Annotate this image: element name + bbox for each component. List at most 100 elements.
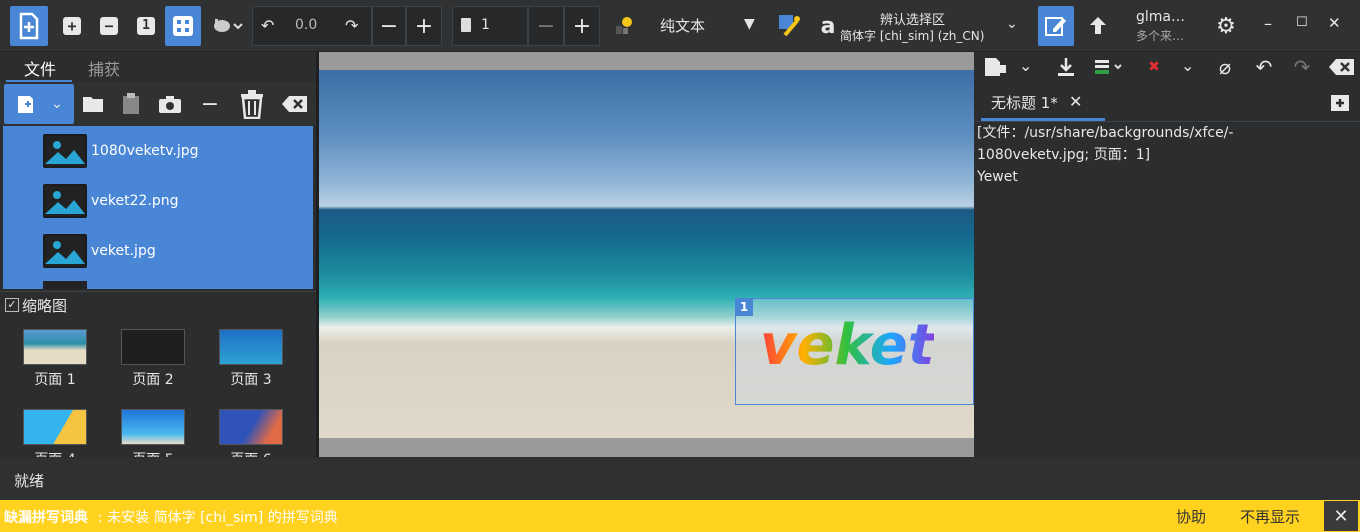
image-icon bbox=[43, 234, 87, 268]
redo-icon: ↷ bbox=[1293, 55, 1311, 79]
chevron-down-icon: ⌄ bbox=[51, 96, 63, 112]
maximize-button[interactable]: ☐ bbox=[1296, 15, 1308, 30]
chevron-down-icon[interactable]: ▼ bbox=[744, 16, 755, 32]
help-link[interactable]: 协助 bbox=[1176, 506, 1206, 527]
thumbnail-label-5: 页面 5 bbox=[108, 449, 198, 457]
camera-icon bbox=[159, 96, 181, 113]
clipboard-button[interactable] bbox=[118, 90, 144, 118]
tab-capture[interactable]: 捕获 bbox=[88, 56, 120, 80]
chevron-down-icon[interactable]: ⌄ bbox=[1019, 56, 1032, 75]
document-tabs: 无标题 1* ✕ bbox=[975, 86, 1360, 122]
scanner-button[interactable] bbox=[208, 10, 248, 42]
clear-icon bbox=[1329, 59, 1354, 75]
output-toolbar: ⌄ ✖ ⌄ ⌀ ↶ ↷ bbox=[975, 52, 1360, 82]
zoom-original-icon: 1 bbox=[137, 17, 155, 35]
delete-button[interactable] bbox=[236, 88, 268, 120]
list-item[interactable]: veket22.png bbox=[43, 181, 179, 221]
erase-button[interactable]: ⌀ bbox=[1211, 54, 1239, 80]
list-item[interactable]: veket.jpg bbox=[43, 231, 156, 271]
thumbnail-5[interactable] bbox=[121, 409, 185, 445]
close-icon: ✕ bbox=[1333, 505, 1349, 527]
recognize-title[interactable]: 辨认选择区 bbox=[880, 9, 945, 28]
add-files-button[interactable]: ⌄ bbox=[4, 84, 74, 124]
edit-button[interactable] bbox=[1038, 6, 1074, 46]
tab-document[interactable]: 无标题 1* bbox=[991, 92, 1058, 113]
notice-text: : 未安装 简体字 [chi_sim] 的拼写词典 bbox=[98, 510, 338, 526]
chevron-down-icon[interactable]: ⌄ bbox=[1181, 56, 1194, 75]
settings-button[interactable]: ⚙ bbox=[1212, 12, 1240, 40]
thumbnail-label-2: 页面 2 bbox=[132, 372, 174, 388]
ocr-language-button[interactable]: a bbox=[816, 10, 840, 42]
status-bar: 就绪 bbox=[0, 458, 1360, 500]
zoom-out-button[interactable]: − bbox=[97, 14, 121, 38]
ocr-text-icon: a bbox=[820, 13, 836, 39]
rotate-right-icon[interactable]: ↷ bbox=[345, 16, 358, 35]
save-icon bbox=[985, 58, 1006, 76]
thumbnail-label: 缩略图 bbox=[22, 297, 68, 315]
ocr-selection-box[interactable]: 1 veket bbox=[735, 298, 974, 405]
close-notice-button[interactable]: ✕ bbox=[1324, 501, 1358, 531]
zoom-original-button[interactable]: 1 bbox=[134, 14, 158, 38]
output-mode-select[interactable]: 纯文本 bbox=[660, 15, 705, 36]
open-folder-button[interactable] bbox=[80, 90, 106, 118]
clear-output-button[interactable] bbox=[1327, 54, 1357, 80]
screenshot-button[interactable] bbox=[156, 90, 184, 118]
thumbnail-checkbox[interactable]: ✓ bbox=[5, 298, 19, 312]
zoom-in-icon: + bbox=[63, 17, 81, 35]
page-input[interactable]: 1 bbox=[481, 17, 490, 33]
right-panel: ⌄ ✖ ⌄ ⌀ ↶ ↷ 无标题 1* ✕ [文件：/usr/share/back… bbox=[975, 52, 1360, 457]
chevron-down-icon[interactable]: ⌄ bbox=[1006, 16, 1018, 32]
page-minus-button[interactable]: − bbox=[528, 6, 564, 46]
thumbnail-3[interactable] bbox=[219, 329, 283, 365]
file-toolbar: ⌄ − bbox=[0, 82, 316, 126]
upload-button[interactable] bbox=[1084, 10, 1112, 42]
trash-icon bbox=[241, 90, 263, 119]
minus-icon: − bbox=[536, 13, 556, 39]
close-tab-icon[interactable]: ✕ bbox=[1069, 92, 1082, 111]
gear-icon: ⚙ bbox=[1216, 13, 1236, 39]
rotate-value[interactable]: 0.0 bbox=[295, 17, 317, 33]
upload-icon bbox=[1090, 17, 1106, 34]
save-output-button[interactable] bbox=[979, 54, 1011, 80]
autolayout-button[interactable] bbox=[610, 12, 638, 40]
thumbnail-1[interactable] bbox=[23, 329, 87, 365]
recognize-language[interactable]: 简体字 [chi_sim] (zh_CN) bbox=[840, 27, 984, 44]
notification-bar: 缺漏拼写词典 : 未安装 简体字 [chi_sim] 的拼写词典 协助 不再显示… bbox=[0, 500, 1360, 532]
undo-button[interactable]: ↶ bbox=[1251, 54, 1277, 80]
file-name: 1080veketv.jpg bbox=[91, 143, 199, 159]
new-document-button[interactable] bbox=[1327, 90, 1353, 116]
zoom-fit-button[interactable] bbox=[165, 6, 201, 46]
zoom-out-icon: − bbox=[100, 17, 118, 35]
rotate-minus-button[interactable]: − bbox=[372, 6, 406, 46]
minimize-button[interactable]: – bbox=[1264, 14, 1272, 33]
magic-wand-button[interactable] bbox=[776, 12, 804, 40]
zoom-in-button[interactable]: + bbox=[60, 14, 84, 38]
close-window-button[interactable]: ✕ bbox=[1328, 14, 1341, 32]
thumbnail-4[interactable] bbox=[23, 409, 87, 445]
status-text: 就绪 bbox=[14, 472, 45, 490]
rotate-plus-button[interactable]: + bbox=[406, 6, 442, 46]
image-canvas[interactable]: 1 veket bbox=[319, 52, 974, 457]
autolayout-icon bbox=[616, 17, 632, 34]
page-plus-button[interactable]: + bbox=[564, 6, 600, 46]
redo-button[interactable]: ↷ bbox=[1289, 54, 1315, 80]
image-icon bbox=[43, 184, 87, 218]
spellcheck-button[interactable]: ✖ bbox=[1139, 54, 1169, 80]
highlight-button[interactable] bbox=[1091, 54, 1127, 80]
rotate-group: ↶ 0.0 ↷ bbox=[252, 6, 372, 46]
download-button[interactable] bbox=[1053, 54, 1079, 80]
tab-files[interactable]: 文件 bbox=[24, 56, 56, 80]
add-image-button[interactable] bbox=[10, 6, 48, 46]
clear-button[interactable] bbox=[280, 90, 310, 118]
plus-icon: + bbox=[572, 13, 592, 39]
clipboard-icon bbox=[123, 93, 139, 114]
output-text[interactable]: [文件：/usr/share/backgrounds/xfce/- 1080ve… bbox=[977, 122, 1360, 188]
remove-file-button[interactable]: − bbox=[198, 90, 222, 118]
list-item[interactable]: 1080veketv.jpg bbox=[43, 131, 199, 171]
thumbnail-2[interactable] bbox=[121, 329, 185, 365]
dismiss-link[interactable]: 不再显示 bbox=[1240, 506, 1300, 527]
user-name[interactable]: glma… bbox=[1136, 9, 1185, 25]
thumbnail-6[interactable] bbox=[219, 409, 283, 445]
rotate-left-icon[interactable]: ↶ bbox=[261, 16, 274, 35]
thumbnail-grid: 页面 1 页面 2 页面 3 页面 4 页面 5 页面 6 bbox=[0, 317, 316, 457]
